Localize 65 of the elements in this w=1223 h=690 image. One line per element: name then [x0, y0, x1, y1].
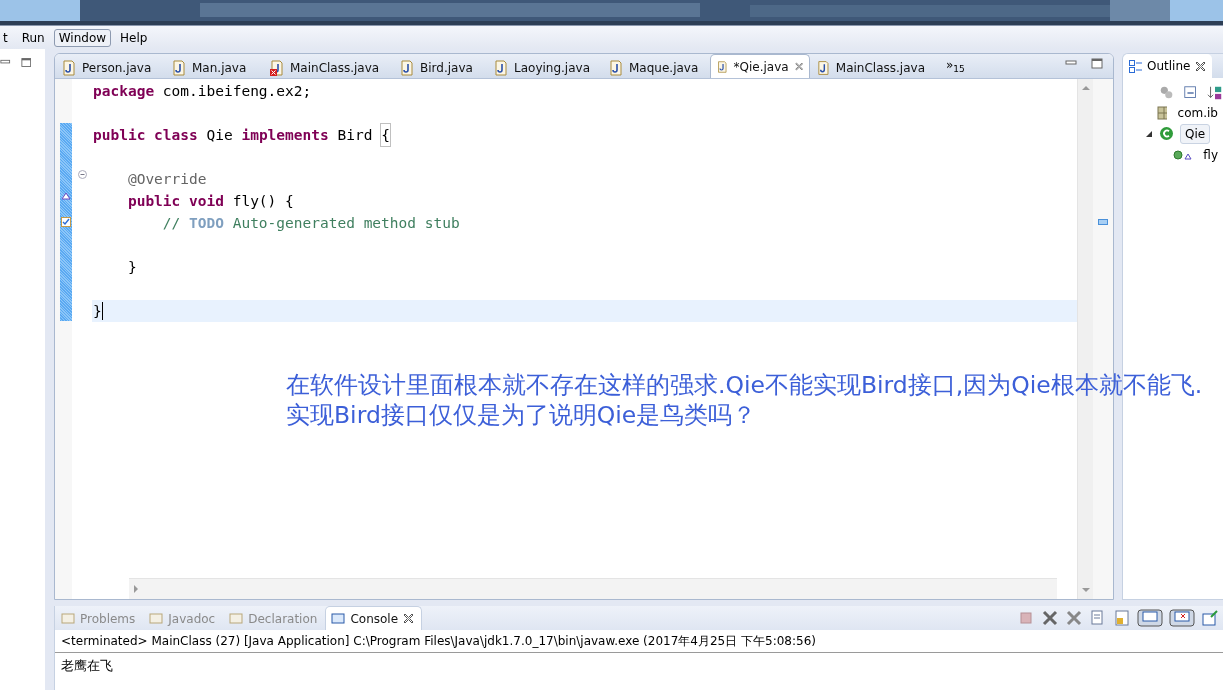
maximize-icon[interactable]: [20, 57, 31, 68]
menu-item[interactable]: Help: [115, 28, 153, 47]
view-tab[interactable]: Console: [325, 606, 423, 630]
code-line: public void fly() {: [126, 192, 295, 211]
java-file-icon: [609, 59, 623, 76]
view-icon: [229, 611, 244, 626]
code-line: }: [126, 258, 138, 277]
outline-item[interactable]: fly: [1198, 144, 1223, 165]
method-icon: [1172, 148, 1193, 161]
scroll-up-icon[interactable]: [1081, 85, 1090, 90]
remove-launch-icon[interactable]: [1041, 609, 1059, 627]
console-header: <terminated> MainClass (27) [Java Application] C:\Program Files\Java\jdk1.7.0_17\bin\javaw.exe (2017年4月25日 下午5:08:56): [55, 630, 1223, 653]
close-icon[interactable]: [403, 613, 415, 624]
java-file-icon: [62, 59, 76, 76]
scroll-right-icon[interactable]: [133, 585, 139, 593]
annotation-text: 在软件设计里面根本就不存在这样的强求.Qie不能实现Bird接口,因为Qie根本就不能飞.实现Bird接口仅仅是为了说明Qie是鸟类吗？: [286, 370, 1204, 430]
code-line: // TODO Auto-generated method stub: [161, 214, 461, 233]
view-icon: [61, 611, 75, 626]
outline-icon: [1129, 59, 1142, 73]
overview-marker: [1098, 219, 1108, 225]
editor-tab[interactable]: Maque.java: [602, 56, 710, 78]
text-cursor: [101, 302, 103, 320]
fold-icon[interactable]: [77, 170, 87, 179]
editor-tab[interactable]: Person.java: [55, 56, 165, 78]
java-file-icon: [817, 59, 830, 76]
editor-tab[interactable]: MainClass.java: [263, 56, 393, 78]
scroll-lock-icon[interactable]: [1113, 609, 1131, 627]
editor-tab[interactable]: *Qie.java: [710, 54, 810, 78]
outline-item[interactable]: Qie: [1180, 123, 1211, 144]
editor-tab[interactable]: Bird.java: [393, 56, 487, 78]
code-line: @Override: [126, 170, 208, 189]
console-output: 老鹰在飞: [60, 657, 114, 675]
java-file-icon: [172, 59, 186, 76]
remove-all-icon[interactable]: [1065, 609, 1083, 627]
outline-title: Outline: [1147, 59, 1191, 73]
tab-overflow-button[interactable]: »$_{15}$: [946, 57, 965, 74]
close-icon[interactable]: [1195, 60, 1207, 72]
scroll-down-icon[interactable]: [1081, 588, 1090, 593]
java-file-error-icon: [270, 59, 284, 76]
maximize-icon[interactable]: [1091, 58, 1103, 69]
java-file-icon: [717, 58, 728, 75]
menu-item[interactable]: Window: [53, 28, 112, 47]
horizontal-scrollbar[interactable]: [129, 578, 1057, 599]
package-icon: [1156, 105, 1167, 120]
view-icon: [149, 611, 164, 626]
menu-item[interactable]: t: [0, 28, 13, 47]
outline-item[interactable]: com.ib: [1172, 102, 1223, 123]
editor-tab[interactable]: Man.java: [165, 56, 263, 78]
view-icon: [331, 611, 346, 626]
outline-tab[interactable]: Outline: [1123, 54, 1213, 78]
editor-tab[interactable]: MainClass.java: [810, 56, 932, 78]
java-file-icon: [400, 59, 414, 76]
terminate-icon[interactable]: [1017, 609, 1035, 627]
menu-item[interactable]: Run: [16, 28, 50, 47]
class-icon: [1159, 126, 1174, 141]
java-file-icon: [494, 59, 508, 76]
editor-tab[interactable]: Laoying.java: [487, 56, 602, 78]
show-output-icon[interactable]: [1137, 609, 1163, 627]
expand-arrow-icon[interactable]: [1145, 129, 1153, 138]
close-icon[interactable]: [794, 61, 803, 72]
code-line: package com.ibeifeng.ex2;: [92, 82, 313, 101]
sort-icon[interactable]: [1207, 84, 1223, 102]
show-error-icon[interactable]: [1169, 609, 1195, 627]
pin-console-icon[interactable]: [1201, 609, 1219, 627]
code-line: public class Qie implements Bird {: [92, 124, 1077, 146]
